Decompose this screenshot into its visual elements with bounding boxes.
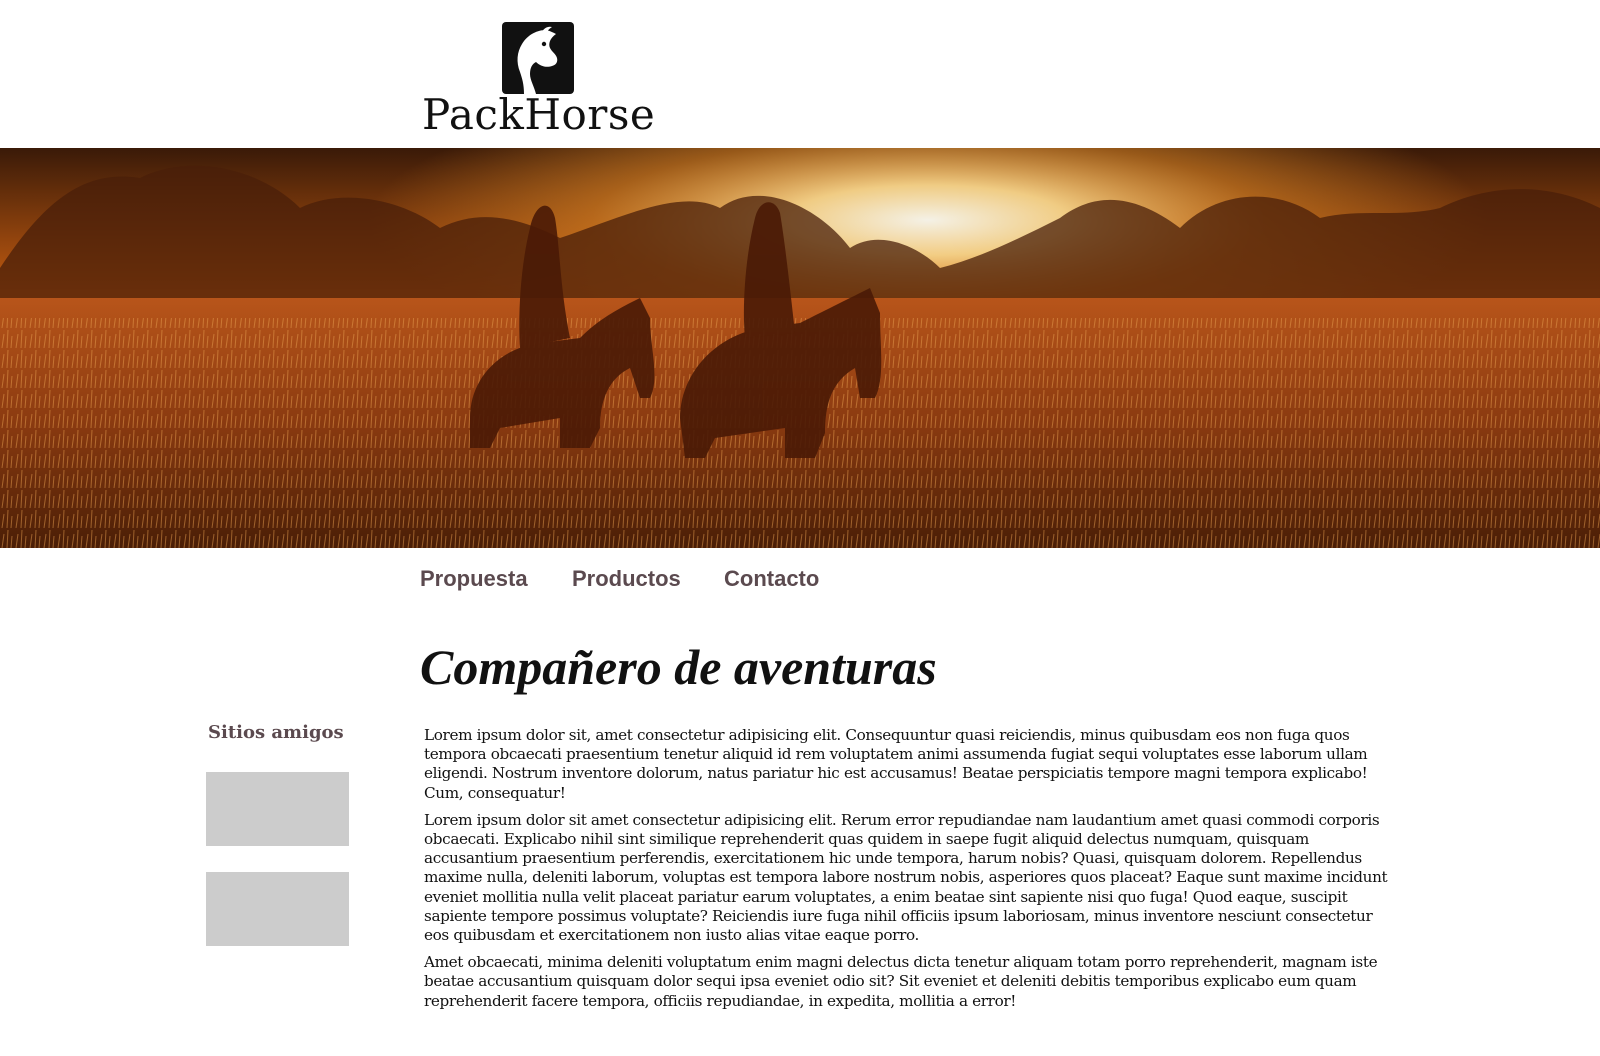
main-content: Lorem ipsum dolor sit, amet consectetur … <box>424 726 1394 1019</box>
logo[interactable]: PackHorse <box>422 20 655 136</box>
page-title: Compañero de aventuras <box>420 639 937 695</box>
friend-site-placeholder[interactable] <box>206 872 349 946</box>
logo-wordmark: PackHorse <box>422 90 656 139</box>
content-paragraph: Lorem ipsum dolor sit amet consectetur a… <box>424 810 1388 945</box>
hero-image <box>0 148 1600 548</box>
friend-site-placeholder[interactable] <box>206 772 349 846</box>
sunset-horse-riders-photo <box>0 148 1600 548</box>
content-paragraph: Lorem ipsum dolor sit, amet consectetur … <box>424 726 1368 802</box>
horse-head-icon <box>502 22 574 94</box>
nav-item-productos[interactable]: Productos <box>572 566 681 592</box>
content-paragraph: Amet obcaecati, minima deleniti voluptat… <box>424 953 1378 1010</box>
site-header: PackHorse <box>0 0 1600 148</box>
sidebar-title: Sitios amigos <box>208 722 344 743</box>
nav-item-contacto[interactable]: Contacto <box>724 566 819 592</box>
nav-item-propuesta[interactable]: Propuesta <box>420 566 528 592</box>
